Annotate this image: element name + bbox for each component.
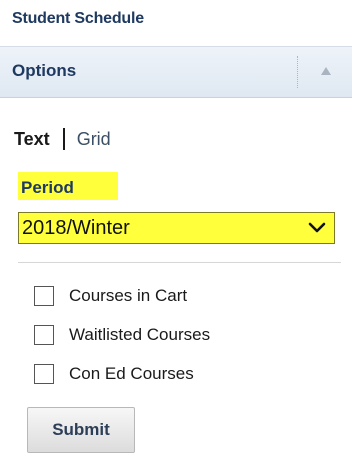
con-ed-courses-label: Con Ed Courses xyxy=(69,364,194,383)
header-divider xyxy=(297,56,298,88)
submit-button[interactable]: Submit xyxy=(27,407,135,453)
student-schedule-page: Student Schedule Options Text Grid Perio… xyxy=(0,0,352,468)
courses-in-cart-checkbox[interactable] xyxy=(34,286,54,306)
view-separator xyxy=(62,128,65,150)
grid-view-link[interactable]: Grid xyxy=(77,129,111,150)
waitlisted-courses-label: Waitlisted Courses xyxy=(69,325,211,344)
courses-in-cart-label: Courses in Cart xyxy=(69,286,188,305)
triangle-up-icon xyxy=(321,67,331,75)
section-divider xyxy=(18,262,341,263)
filter-courses-in-cart[interactable]: Courses in Cart xyxy=(34,284,187,308)
period-select[interactable]: 2018/Winter xyxy=(18,212,335,244)
chevron-down-icon xyxy=(308,222,326,233)
period-label: Period xyxy=(18,172,118,200)
collapse-button[interactable] xyxy=(318,63,334,79)
page-title: Student Schedule xyxy=(12,10,144,27)
con-ed-courses-checkbox[interactable] xyxy=(34,364,54,384)
filter-waitlisted-courses[interactable]: Waitlisted Courses xyxy=(34,323,210,347)
period-selected-value: 2018/Winter xyxy=(22,217,130,239)
view-toggle: Text Grid xyxy=(14,128,111,150)
filter-con-ed-courses[interactable]: Con Ed Courses xyxy=(34,362,194,386)
options-panel-header: Options xyxy=(0,46,352,98)
text-view-link[interactable]: Text xyxy=(14,129,50,150)
options-title: Options xyxy=(12,61,77,80)
waitlisted-courses-checkbox[interactable] xyxy=(34,325,54,345)
